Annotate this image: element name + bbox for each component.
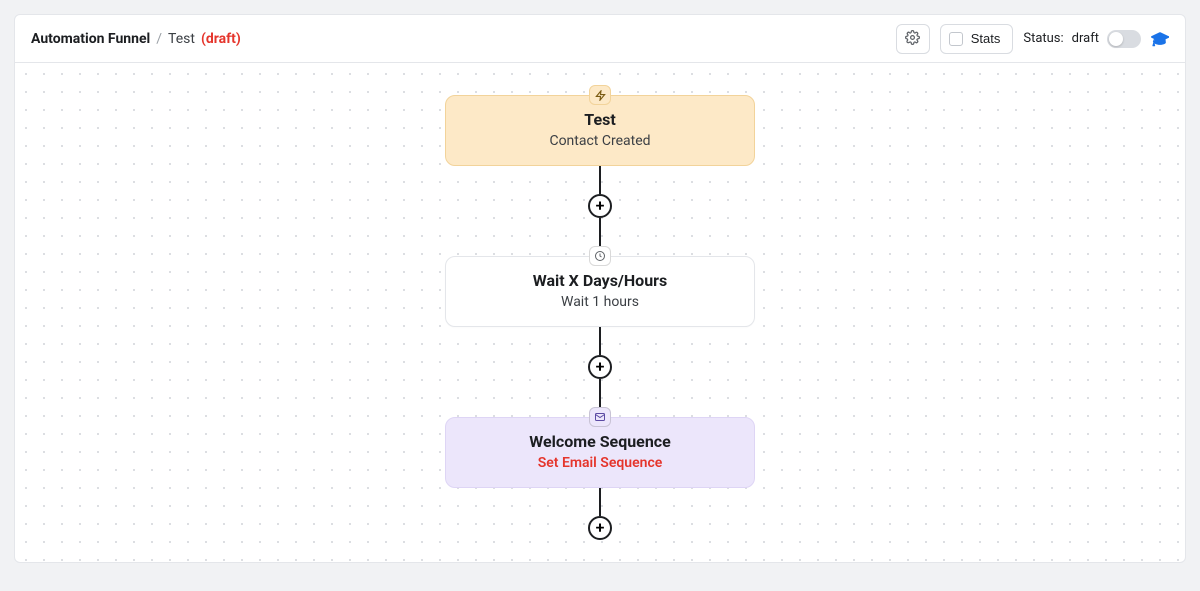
- connector-line: [599, 327, 601, 355]
- plus-icon: +: [596, 359, 605, 375]
- stats-label: Stats: [971, 31, 1001, 46]
- settings-button[interactable]: [896, 24, 930, 54]
- node-icon-holder: [589, 85, 611, 105]
- stats-toggle-button[interactable]: Stats: [940, 24, 1014, 54]
- plus-icon: +: [596, 520, 605, 536]
- stats-checkbox: [949, 32, 963, 46]
- node-icon-holder: [589, 246, 611, 266]
- node-title: Welcome Sequence: [462, 432, 738, 451]
- breadcrumb-funnel-name: Test: [168, 31, 195, 47]
- action-node[interactable]: Welcome Sequence Set Email Sequence: [445, 417, 755, 488]
- plus-icon: +: [596, 198, 605, 214]
- add-step-button[interactable]: +: [588, 355, 612, 379]
- connector-line: [599, 379, 601, 407]
- status-value: draft: [1072, 31, 1099, 46]
- flow-canvas[interactable]: Test Contact Created + Wait X Days/Hours…: [15, 63, 1185, 562]
- lightning-icon: [589, 85, 611, 105]
- email-sequence-icon: [589, 407, 611, 427]
- trigger-node[interactable]: Test Contact Created: [445, 95, 755, 166]
- node-subtitle: Set Email Sequence: [462, 455, 738, 471]
- toggle-knob: [1109, 32, 1123, 46]
- help-icon[interactable]: [1151, 30, 1169, 48]
- breadcrumb-draft-tag: (draft): [201, 31, 241, 47]
- connector-line: [599, 488, 601, 516]
- breadcrumb-separator: /: [156, 31, 162, 47]
- connector-line: [599, 166, 601, 194]
- node-title: Wait X Days/Hours: [462, 271, 738, 290]
- flow-column: Test Contact Created + Wait X Days/Hours…: [445, 85, 755, 540]
- breadcrumb: Automation Funnel / Test (draft): [31, 31, 241, 47]
- node-title: Test: [462, 110, 738, 129]
- breadcrumb-root[interactable]: Automation Funnel: [31, 31, 150, 47]
- node-icon-holder: [589, 407, 611, 427]
- status-prefix: Status:: [1023, 31, 1063, 46]
- app-frame: Automation Funnel / Test (draft) Stats S…: [14, 14, 1186, 563]
- clock-icon: [589, 246, 611, 266]
- connector-line: [599, 218, 601, 246]
- gear-icon: [905, 30, 920, 48]
- add-step-button[interactable]: +: [588, 516, 612, 540]
- node-subtitle: Contact Created: [462, 133, 738, 149]
- topbar-actions: Stats Status: draft: [896, 24, 1169, 54]
- node-subtitle: Wait 1 hours: [462, 294, 738, 310]
- topbar: Automation Funnel / Test (draft) Stats S…: [15, 15, 1185, 63]
- wait-node[interactable]: Wait X Days/Hours Wait 1 hours: [445, 256, 755, 327]
- add-step-button[interactable]: +: [588, 194, 612, 218]
- status-indicator: Status: draft: [1023, 30, 1141, 48]
- status-toggle[interactable]: [1107, 30, 1141, 48]
